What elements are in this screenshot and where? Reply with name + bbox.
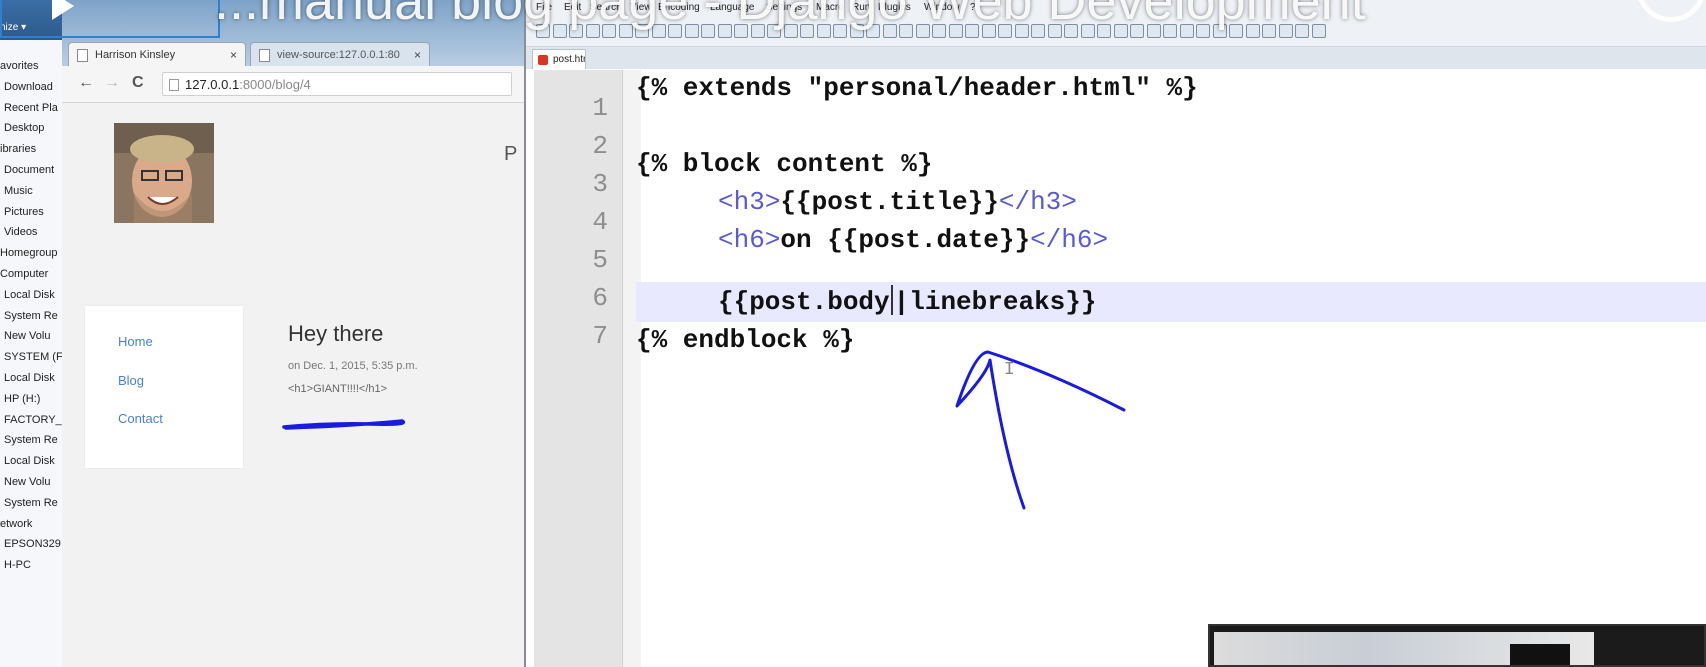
code-line-3[interactable]: {% block content %} [636, 144, 932, 184]
line-number: 4 [592, 207, 608, 237]
avatar-photo [114, 123, 214, 223]
explorer-tree-item[interactable]: Music [4, 185, 33, 198]
line-number: 7 [592, 321, 608, 351]
page-icon [169, 79, 179, 91]
header-fragment-text: P [504, 143, 518, 165]
browser-tab-active[interactable]: Harrison Kinsley × [68, 42, 246, 66]
blog-page-viewport: P Home Blog Contact Hey there on Dec. 1,… [62, 103, 524, 667]
line-number: 5 [592, 245, 608, 275]
html-tag: </h3> [998, 187, 1077, 217]
file-tab-label: post.html [553, 54, 585, 65]
unsaved-disk-icon [538, 55, 548, 65]
forward-arrow-icon[interactable]: → [104, 74, 120, 92]
file-explorer-sidebar: nize ▾ avorites Download Recent Pla Desktop… [0, 0, 63, 667]
code-line-1[interactable]: {% extends "personal/header.html" %} [636, 68, 1198, 108]
html-tag: </h6> [1030, 225, 1109, 255]
address-bar[interactable]: 127.0.0.1:8000/blog/4 [162, 72, 512, 96]
explorer-tree-item[interactable]: SYSTEM (F [4, 351, 62, 364]
url-path: :8000/blog/4 [239, 77, 311, 92]
explorer-tree-item[interactable]: Local Disk [4, 372, 55, 385]
explorer-tree-item[interactable]: New Volu [4, 476, 50, 489]
file-tab-post-html[interactable]: post.html [532, 49, 586, 69]
explorer-tree-item[interactable]: H-PC [4, 559, 31, 572]
code-line-6[interactable]: {{post.body |linebreaks}} [718, 282, 1096, 322]
line-number-gutter: 1 2 3 4 5 6 7 [534, 70, 623, 667]
text-caret [890, 285, 893, 315]
picture-in-picture-thumbnail[interactable] [1208, 624, 1706, 667]
focus-outline [0, 0, 220, 38]
nav-link-contact[interactable]: Contact [118, 411, 163, 426]
close-tab-icon[interactable]: × [230, 43, 237, 66]
explorer-tree-item[interactable]: Recent Pla [4, 102, 58, 115]
template-filter: |linebreaks}} [893, 287, 1097, 317]
explorer-tree-item[interactable]: FACTORY_ [4, 414, 62, 427]
explorer-tree-item[interactable]: System Re [4, 434, 58, 447]
line-number: 1 [592, 93, 608, 123]
close-tab-icon[interactable]: × [414, 43, 421, 66]
explorer-tree-item[interactable]: Desktop [4, 122, 44, 135]
back-arrow-icon[interactable]: ← [78, 74, 94, 92]
explorer-tree-item[interactable]: Homegroup [0, 247, 57, 260]
explorer-tree-item[interactable]: System Re [4, 310, 58, 323]
explorer-tree-item[interactable]: System Re [4, 497, 58, 510]
template-variable: on {{post.date}} [780, 225, 1031, 255]
nav-link-home[interactable]: Home [118, 334, 153, 349]
explorer-tree-item[interactable]: Document [4, 164, 54, 177]
explorer-tree-item[interactable]: ibraries [0, 143, 36, 156]
html-tag: <h3> [718, 187, 781, 217]
explorer-tree-item[interactable]: EPSON329 [4, 538, 61, 551]
post-body: <h1>GIANT!!!!</h1> [288, 383, 388, 395]
code-line-4[interactable]: <h3>{{post.title}}</h3> [718, 182, 1077, 222]
explorer-tree-item[interactable]: etwork [0, 518, 32, 531]
explorer-tree-item[interactable]: Pictures [4, 206, 44, 219]
post-title: Hey there [288, 321, 384, 346]
explorer-tree-item[interactable]: Local Disk [4, 455, 55, 468]
video-title: ...manual blog page - Django Web Develop… [214, 0, 1366, 31]
explorer-tree-item[interactable]: Local Disk [4, 289, 55, 302]
code-line-7[interactable]: {% endblock %} [636, 320, 854, 360]
browser-window: Harrison Kinsley × view-source:127.0.0.1… [62, 0, 526, 667]
page-favicon-icon [259, 49, 270, 62]
editor-file-tabs: post.html [526, 47, 1706, 69]
url-host: 127.0.0.1 [185, 77, 240, 92]
browser-tab-title: Harrison Kinsley [95, 49, 176, 61]
text-cursor-icon: I [1004, 360, 1015, 380]
code-line-5[interactable]: <h6>on {{post.date}}</h6> [718, 220, 1108, 260]
explorer-tree-item[interactable]: HP (H:) [4, 393, 40, 406]
template-variable: {{post.title}} [780, 187, 999, 217]
nav-link-blog[interactable]: Blog [118, 373, 144, 388]
line-number: 3 [592, 169, 608, 199]
reload-icon[interactable]: C [132, 74, 144, 92]
post-date: on Dec. 1, 2015, 5:35 p.m. [288, 360, 418, 372]
sidebar-nav-card: Home Blog Contact [85, 306, 243, 468]
explorer-tree-item[interactable]: Download [4, 81, 53, 94]
thumbnail-dark-region [1510, 644, 1570, 665]
line-number: 2 [592, 131, 608, 161]
play-icon[interactable] [52, 0, 74, 20]
explorer-tree-item[interactable]: New Volu [4, 330, 50, 343]
browser-tab-title: view-source:127.0.0.1:80 [277, 49, 400, 61]
template-variable-before-caret: {{post.body [718, 287, 890, 317]
browser-toolbar: ← → C 127.0.0.1:8000/blog/4 [62, 66, 524, 103]
line-number: 6 [592, 283, 608, 313]
explorer-tree-item[interactable]: Computer [0, 268, 48, 281]
explorer-tree-item[interactable]: avorites [0, 60, 39, 73]
explorer-tree-item[interactable]: Videos [4, 226, 37, 239]
author-avatar [114, 123, 214, 223]
browser-tab-view-source[interactable]: view-source:127.0.0.1:80 × [250, 42, 430, 66]
page-favicon-icon [77, 49, 88, 62]
html-tag: <h6> [718, 225, 781, 255]
